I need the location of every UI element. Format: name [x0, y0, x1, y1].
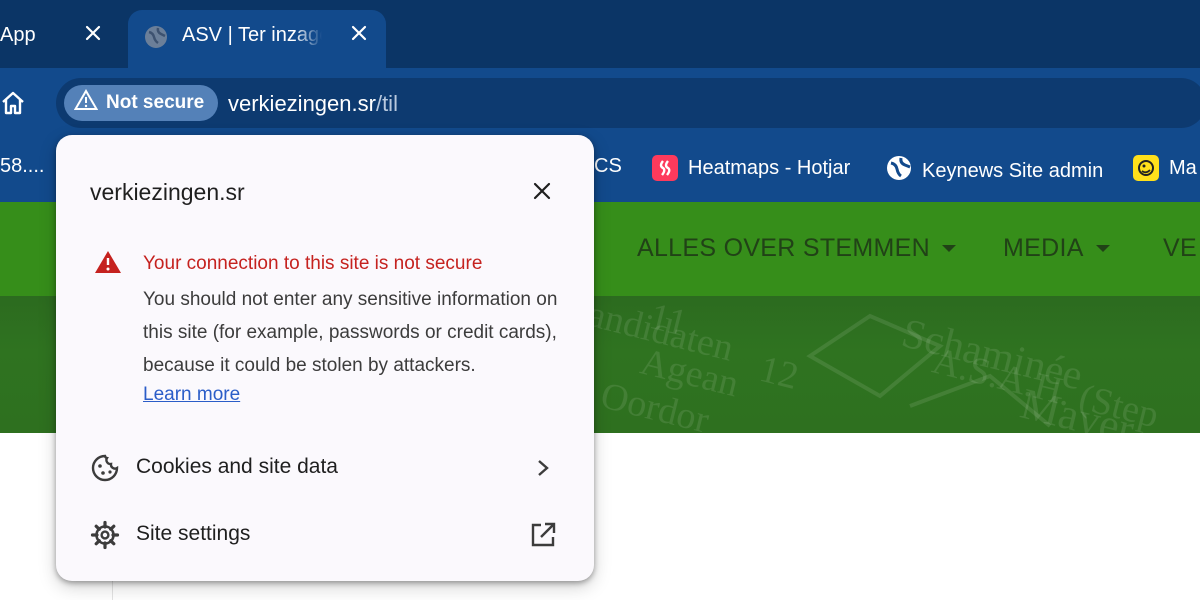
security-chip-label: Not secure — [106, 92, 205, 113]
nav-label: VE — [1163, 234, 1197, 262]
tab-app[interactable]: App — [0, 10, 120, 68]
home-icon[interactable] — [0, 90, 26, 116]
nav-label: MEDIA — [1003, 234, 1084, 262]
bookmark-mailchimp[interactable]: Ma — [1133, 155, 1197, 181]
close-icon[interactable] — [530, 179, 554, 203]
warning-icon — [94, 250, 122, 279]
nav-media[interactable]: MEDIA — [1003, 234, 1110, 263]
address-bar[interactable]: Not secure verkiezingen.sr/til — [56, 78, 1200, 128]
nav-truncated[interactable]: VE — [1163, 234, 1197, 263]
site-settings-label: Site settings — [136, 522, 251, 545]
bookmark-item[interactable]: CS — [594, 155, 622, 178]
close-icon[interactable] — [82, 22, 104, 44]
warning-heading: Your connection to this site is not secu… — [143, 253, 483, 274]
nav-label: ALLES OVER STEMMEN — [637, 234, 930, 262]
site-info-popup: verkiezingen.sr Your connection to this … — [56, 135, 594, 581]
url-host: verkiezingen.sr — [228, 91, 376, 116]
banner-decoration — [806, 313, 1052, 428]
globe-icon — [886, 155, 912, 187]
bookmark-label: Heatmaps - Hotjar — [688, 156, 851, 179]
chevron-down-icon — [1095, 245, 1110, 252]
url-text[interactable]: verkiezingen.sr/til — [228, 91, 398, 117]
site-settings-row[interactable]: Site settings — [56, 506, 594, 562]
warning-icon — [73, 89, 99, 117]
url-path: /til — [375, 91, 398, 116]
learn-more-link[interactable]: Learn more — [143, 384, 240, 406]
cookie-icon — [90, 453, 120, 483]
tab-title: App — [0, 24, 36, 46]
warning-body: You should not enter any sensitive infor… — [143, 289, 558, 376]
cookies-label: Cookies and site data — [136, 455, 338, 478]
chevron-down-icon — [941, 245, 956, 252]
close-icon[interactable] — [348, 22, 370, 44]
nav-alles-over-stemmen[interactable]: ALLES OVER STEMMEN — [637, 234, 956, 263]
bookmark-label: 58.... — [0, 155, 45, 177]
tab-strip: App ASV | Ter inzage legging — [0, 0, 1200, 68]
mailchimp-icon — [1133, 155, 1159, 181]
bookmark-item[interactable]: 58.... — [0, 155, 44, 178]
bookmark-keynews[interactable]: Keynews Site admin — [886, 155, 1103, 187]
tab-title: ASV | Ter inzage legging — [182, 24, 322, 46]
bookmark-label: Keynews Site admin — [922, 159, 1104, 182]
gear-icon — [90, 520, 120, 550]
cookies-row[interactable]: Cookies and site data — [56, 439, 594, 495]
bookmark-hotjar[interactable]: Heatmaps - Hotjar — [652, 155, 850, 181]
bookmark-label: Ma — [1169, 156, 1197, 179]
open-external-icon — [528, 520, 558, 550]
tab-active[interactable]: ASV | Ter inzage legging — [128, 10, 386, 68]
popup-title: verkiezingen.sr — [90, 179, 245, 205]
security-chip[interactable]: Not secure — [64, 85, 219, 121]
chevron-right-icon — [528, 453, 558, 483]
toolbar: Not secure verkiezingen.sr/til — [0, 68, 1200, 134]
bookmark-label: CS — [594, 155, 622, 177]
hotjar-icon — [652, 155, 678, 181]
globe-icon — [144, 25, 168, 55]
